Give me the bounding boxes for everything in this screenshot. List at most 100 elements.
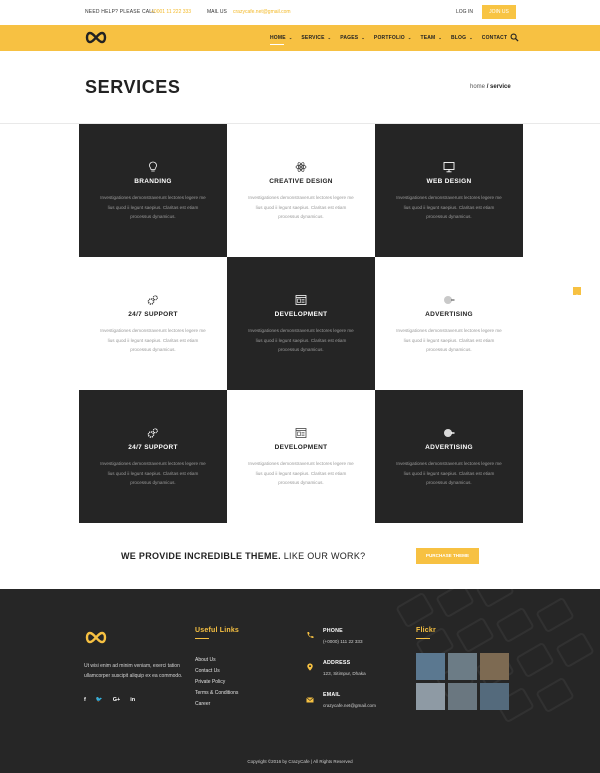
lightbulb-icon [149, 161, 157, 172]
service-card-development: DEVELOPMENT Investigationes demonstraver… [227, 390, 375, 523]
address-value: 123, Sitimpur, Dhaka [323, 671, 366, 676]
service-title: BRANDING [134, 178, 172, 185]
phone-icon [307, 632, 314, 638]
infinity-logo-icon[interactable] [84, 31, 108, 44]
gears-icon [147, 428, 158, 438]
scroll-to-top-button[interactable] [573, 287, 581, 298]
phone-link[interactable]: +0001 11 222 333 [151, 9, 191, 15]
purchase-theme-button[interactable]: PURCHASE THEME [416, 548, 479, 564]
page-header: SERVICES home / service [0, 51, 600, 124]
monitor-icon [443, 162, 455, 173]
nav-item-home[interactable]: HOME ⌄ [270, 35, 293, 45]
service-text: Investigationes demonstraverunt lectores… [396, 328, 502, 352]
breadcrumb-current: / service [486, 84, 511, 90]
service-card-web-design: WEB DESIGN Investigationes demonstraveru… [375, 124, 523, 257]
service-title: 24/7 SUPPORT [128, 311, 178, 318]
footer-link-privacy[interactable]: Private Policy [195, 677, 238, 688]
nav-label: HOME [270, 35, 286, 41]
page-title: SERVICES [85, 77, 181, 97]
megaphone-icon [444, 296, 455, 304]
email-label: EMAIL [323, 692, 341, 698]
cta-text-normal: LIKE OUR WORK? [283, 551, 366, 561]
megaphone-icon [444, 429, 455, 437]
infinity-logo-icon[interactable] [84, 631, 108, 644]
envelope-icon [306, 697, 314, 703]
chevron-down-icon: ⌄ [438, 35, 442, 40]
join-button[interactable]: JOIN US [482, 5, 516, 19]
flickr-photo[interactable] [448, 653, 477, 680]
flickr-photo[interactable] [416, 683, 445, 710]
phone-label: PHONE [323, 628, 343, 634]
service-text: Investigationes demonstraverunt lectores… [396, 461, 502, 485]
flickr-photo[interactable] [416, 653, 445, 680]
service-title: DEVELOPMENT [274, 311, 328, 318]
service-title: WEB DESIGN [426, 178, 472, 185]
breadcrumb-home[interactable]: home [470, 84, 485, 90]
service-card-development: DEVELOPMENT Investigationes demonstraver… [227, 257, 375, 390]
chevron-down-icon: ⌄ [327, 35, 332, 40]
service-text: Investigationes demonstraverunt lectores… [100, 461, 206, 485]
chevron-up-icon [574, 294, 580, 298]
nav-label: BLOG [450, 35, 467, 41]
phone-value: (+0000) 111 22 333 [323, 639, 363, 644]
google-plus-icon[interactable]: G+ [113, 697, 121, 703]
help-label: NEED HELP? PLEASE CALL [85, 9, 156, 15]
footer-link-career[interactable]: Career [195, 699, 238, 710]
nav-label: SERVICE [301, 35, 325, 41]
cta-text-bold: WE PROVIDE INCREDIBLE THEME. [121, 551, 281, 561]
gears-icon [147, 295, 158, 305]
service-title: ADVERTISING [425, 311, 473, 318]
flickr-photo[interactable] [448, 683, 477, 710]
nav-item-team[interactable]: TEAM ⌄ [420, 35, 442, 41]
service-card-support: 24/7 SUPPORT Investigationes demonstrave… [79, 257, 227, 390]
service-card-branding: BRANDING Investigationes demonstraverunt… [79, 124, 227, 257]
chevron-down-icon: ⌄ [361, 35, 365, 40]
useful-links-list: About Us Contact Us Private Policy Terms… [195, 655, 238, 710]
service-text: Investigationes demonstraverunt lectores… [248, 328, 354, 352]
nav-item-service[interactable]: SERVICE ⌄ [301, 35, 331, 41]
nav-label: PORTFOLIO [373, 35, 405, 41]
footer-link-terms[interactable]: Terms & Conditions [195, 688, 238, 699]
nav-item-portfolio[interactable]: PORTFOLIO ⌄ [374, 35, 412, 41]
nav-label: TEAM [420, 35, 436, 41]
footer: Ut wisi enim ad minim veniam, exerci tat… [0, 589, 600, 773]
flickr-photo[interactable] [480, 653, 509, 680]
nav-label: CONTACT [481, 35, 508, 41]
service-text: Investigationes demonstraverunt lectores… [248, 195, 354, 219]
facebook-icon[interactable]: f [84, 697, 86, 703]
chevron-down-icon: ⌄ [407, 35, 412, 40]
service-text: Investigationes demonstraverunt lectores… [100, 195, 206, 219]
login-link[interactable]: LOG IN [456, 9, 473, 15]
nav-item-pages[interactable]: PAGES ⌄ [340, 35, 365, 41]
location-pin-icon [307, 663, 313, 671]
footer-link-about[interactable]: About Us [195, 655, 238, 666]
breadcrumb: home / service [470, 84, 511, 90]
search-icon[interactable] [510, 33, 519, 42]
service-card-support: 24/7 SUPPORT Investigationes demonstrave… [79, 390, 227, 523]
nav-item-blog[interactable]: BLOG ⌄ [451, 35, 473, 41]
linkedin-icon[interactable]: in [130, 697, 135, 703]
service-title: 24/7 SUPPORT [128, 444, 178, 451]
top-bar: NEED HELP? PLEASE CALL +0001 11 222 333 … [0, 0, 600, 25]
browser-icon [295, 295, 307, 305]
service-card-advertising: ADVERTISING Investigationes demonstraver… [375, 390, 523, 523]
twitter-icon[interactable]: 🐦 [96, 697, 103, 703]
cta-text: WE PROVIDE INCREDIBLE THEME. LIKE OUR WO… [121, 551, 365, 561]
copyright-text: Copyright ©2016 by CrazyCafe | All Right… [247, 759, 353, 764]
email-value[interactable]: crazycafe.net@gmail.com [323, 703, 376, 708]
service-text: Investigationes demonstraverunt lectores… [248, 461, 354, 485]
services-grid: BRANDING Investigationes demonstraverunt… [79, 124, 523, 524]
mail-link[interactable]: crazycafe.net@gmail.com [233, 9, 291, 15]
service-title: DEVELOPMENT [274, 444, 328, 451]
footer-link-contact[interactable]: Contact Us [195, 666, 238, 677]
service-text: Investigationes demonstraverunt lectores… [100, 328, 206, 352]
flickr-photo[interactable] [480, 683, 509, 710]
chevron-down-icon: ⌄ [288, 35, 293, 40]
cta-section: WE PROVIDE INCREDIBLE THEME. LIKE OUR WO… [0, 524, 600, 589]
service-title: CREATIVE DESIGN [269, 178, 333, 185]
nav-menu: HOME ⌄ SERVICE ⌄ PAGES ⌄ PORTFOLIO ⌄ TEAM ⌄ B… [270, 25, 523, 51]
nav-label: PAGES [340, 35, 359, 41]
footer-about-text: Ut wisi enim ad minim veniam, exerci tat… [84, 663, 183, 679]
main-nav: HOME ⌄ SERVICE ⌄ PAGES ⌄ PORTFOLIO ⌄ TEAM ⌄ B… [0, 25, 600, 51]
useful-links-heading: Useful Links [195, 627, 240, 639]
